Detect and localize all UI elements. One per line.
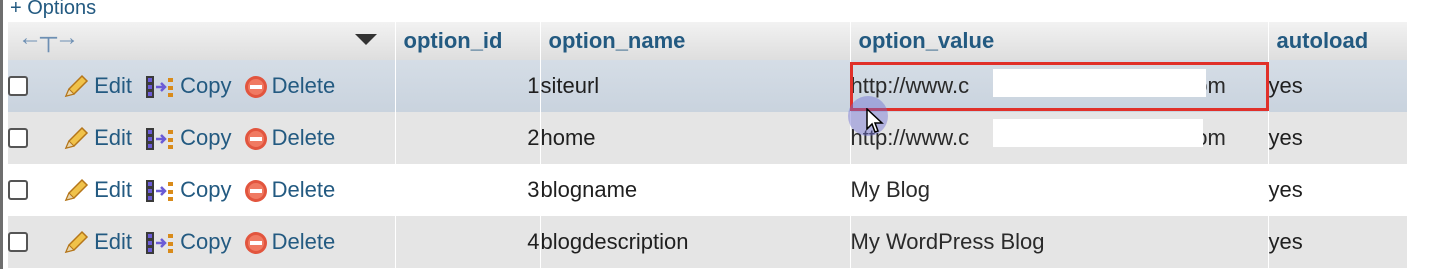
- value-prefix: http://www.c: [850, 73, 970, 98]
- table-row[interactable]: Edit Copy Delete 2 home http://www.c.com…: [8, 112, 1408, 164]
- mouse-cursor-icon: [866, 108, 884, 133]
- left-right-arrow-icon[interactable]: ←┬→: [18, 24, 79, 52]
- table-row[interactable]: Edit Copy Delete 1 siteurl http://www.c.…: [8, 60, 1408, 112]
- delete-button[interactable]: Delete: [244, 73, 336, 99]
- copy-icon: [146, 179, 174, 202]
- redaction-block: [992, 119, 1203, 147]
- copy-button[interactable]: Copy: [144, 124, 232, 152]
- delete-label: Delete: [271, 229, 336, 255]
- header-option-value[interactable]: option_value: [850, 22, 1269, 60]
- table-row[interactable]: Edit Copy Delete 3 blogname My Blog yes: [8, 164, 1408, 216]
- sort-caret-icon[interactable]: [354, 34, 377, 45]
- edit-label: Edit: [94, 228, 133, 254]
- cell-autoload[interactable]: yes: [1268, 164, 1408, 216]
- cell-option-value[interactable]: My Blog: [850, 164, 1269, 216]
- cell-option-value[interactable]: http://www.c.com: [850, 60, 1269, 112]
- cell-option-id: 2: [395, 112, 541, 164]
- copy-icon: [146, 127, 174, 150]
- cell-option-name[interactable]: blogdescription: [540, 216, 851, 268]
- cell-autoload[interactable]: yes: [1268, 216, 1408, 268]
- copy-label: Copy: [180, 72, 232, 98]
- delete-icon: [244, 232, 267, 255]
- cell-option-value[interactable]: My WordPress Blog: [850, 216, 1269, 268]
- panel-left-border: [0, 0, 3, 269]
- copy-icon: [146, 231, 174, 254]
- copy-label: Copy: [180, 124, 232, 150]
- delete-label: Delete: [271, 73, 336, 99]
- pencil-icon: [64, 230, 89, 253]
- pencil-icon: [64, 126, 89, 149]
- edit-button[interactable]: Edit: [62, 177, 132, 204]
- copy-icon: [146, 75, 174, 98]
- cell-option-name[interactable]: blogname: [540, 164, 851, 216]
- copy-button[interactable]: Copy: [144, 228, 232, 256]
- options-toggle-link[interactable]: + Options: [10, 0, 96, 20]
- delete-icon: [244, 76, 267, 99]
- table-header-row: ←┬→ option_id option_name option_value a…: [8, 22, 1408, 60]
- header-option-id[interactable]: option_id: [395, 22, 541, 60]
- delete-label: Delete: [271, 177, 336, 203]
- cell-option-value[interactable]: http://www.c.com: [850, 112, 1269, 164]
- copy-label: Copy: [180, 228, 232, 254]
- column-toggle-header[interactable]: ←┬→: [8, 22, 396, 60]
- cell-autoload[interactable]: yes: [1268, 112, 1408, 164]
- redaction-block: [992, 69, 1206, 97]
- row-checkbox[interactable]: [8, 232, 28, 253]
- table-row[interactable]: Edit Copy Delete 4 blogdescription My Wo…: [8, 216, 1408, 268]
- row-actions: Edit Copy Delete: [8, 60, 396, 112]
- copy-button[interactable]: Copy: [144, 72, 232, 100]
- edit-button[interactable]: Edit: [62, 73, 132, 100]
- row-checkbox[interactable]: [8, 180, 28, 201]
- copy-label: Copy: [180, 176, 232, 202]
- edit-label: Edit: [94, 124, 133, 150]
- options-table: ←┬→ option_id option_name option_value a…: [8, 22, 1408, 268]
- delete-label: Delete: [271, 125, 336, 151]
- delete-button[interactable]: Delete: [244, 229, 336, 255]
- row-checkbox[interactable]: [8, 128, 28, 149]
- edit-button[interactable]: Edit: [62, 125, 132, 152]
- header-option-name[interactable]: option_name: [540, 22, 851, 60]
- copy-button[interactable]: Copy: [144, 176, 232, 204]
- cell-autoload[interactable]: yes: [1268, 60, 1408, 112]
- header-autoload[interactable]: autoload: [1268, 22, 1408, 60]
- delete-button[interactable]: Delete: [244, 125, 336, 151]
- delete-icon: [244, 180, 267, 203]
- row-actions: Edit Copy Delete: [8, 164, 396, 216]
- cell-option-id: 4: [395, 216, 541, 268]
- cell-option-name[interactable]: siteurl: [540, 60, 851, 112]
- edit-label: Edit: [94, 176, 133, 202]
- row-checkbox[interactable]: [8, 76, 28, 97]
- edit-button[interactable]: Edit: [62, 229, 132, 256]
- row-actions: Edit Copy Delete: [8, 216, 396, 268]
- cell-option-name[interactable]: home: [540, 112, 851, 164]
- pencil-icon: [64, 74, 89, 97]
- row-actions: Edit Copy Delete: [8, 112, 396, 164]
- pencil-icon: [64, 178, 89, 201]
- cell-option-id: 3: [395, 164, 541, 216]
- edit-label: Edit: [94, 72, 133, 98]
- delete-button[interactable]: Delete: [244, 177, 336, 203]
- delete-icon: [244, 128, 267, 151]
- cell-option-id: 1: [395, 60, 541, 112]
